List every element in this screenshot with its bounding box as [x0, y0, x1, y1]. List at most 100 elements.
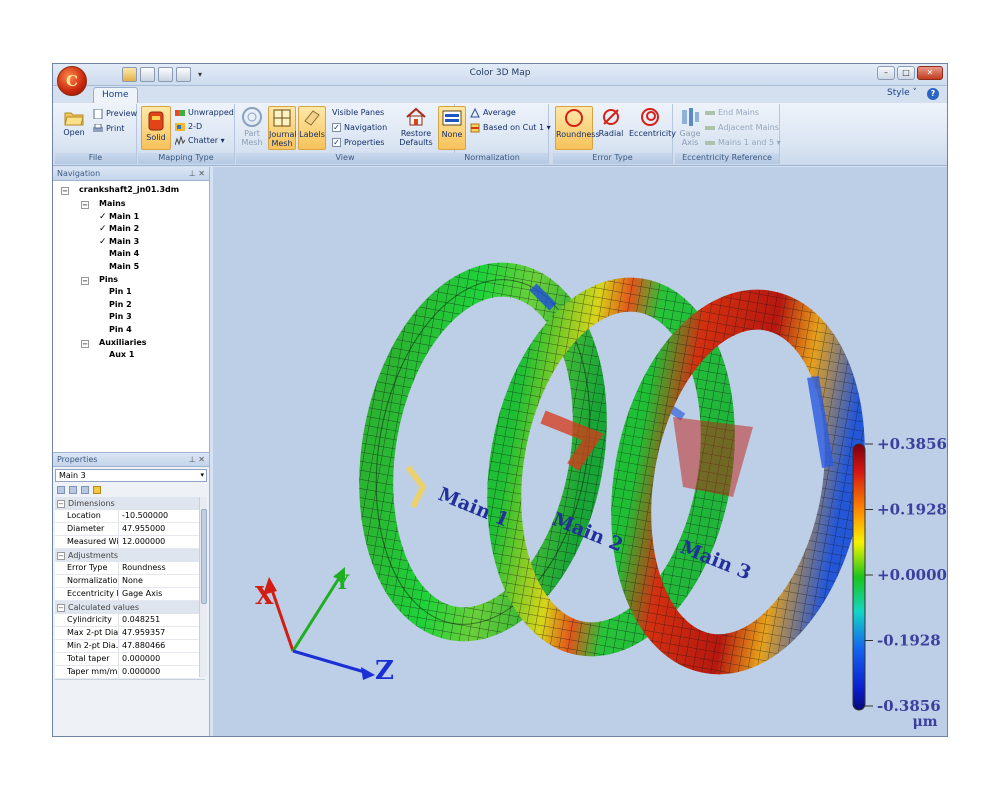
collapse-icon[interactable]: − [81, 276, 89, 285]
property-value[interactable]: None [119, 575, 200, 587]
tree-item-main-3[interactable]: ✓ Main 3 [99, 237, 139, 247]
property-value[interactable]: -10.500000 [119, 510, 200, 522]
open-button[interactable]: Open [59, 107, 89, 143]
property-value[interactable]: Roundness [119, 562, 200, 574]
normalization-none-button[interactable]: None [438, 106, 466, 150]
axis-triad: X Y Z [255, 567, 394, 686]
gage-axis-button[interactable]: Gage Axis [677, 106, 703, 150]
property-name: Measured Wi... [55, 536, 119, 548]
collapse-icon[interactable]: − [81, 201, 89, 209]
labels-button[interactable]: Labels [298, 106, 326, 150]
alphabetical-icon[interactable] [69, 486, 77, 494]
property-row[interactable]: Max 2-pt Dia...47.959357 [55, 627, 200, 640]
tree-item-main-1[interactable]: ✓ Main 1 [99, 212, 139, 222]
property-row[interactable]: Location -10.500000 [55, 510, 200, 523]
tree-item-main-5[interactable]: Main 5 [99, 262, 139, 271]
properties-checkbox[interactable]: ✓ [332, 138, 341, 147]
property-row[interactable]: Cylindricity 0.048251 [55, 614, 200, 627]
check-icon[interactable]: ✓ [99, 212, 109, 222]
tree-item-aux-1[interactable]: Aux 1 [99, 350, 134, 359]
minimize-button[interactable]: – [877, 66, 895, 80]
two-d-button[interactable]: 2-D [175, 120, 202, 133]
navigation-panel: Navigation ⊥ ✕ − crankshaft2_jn01.3dm − Ma… [53, 167, 210, 452]
categorized-icon[interactable] [57, 486, 65, 494]
based-on-cut-dropdown[interactable]: Based on Cut 1 ▾ [470, 121, 551, 134]
unwrapped-button[interactable]: Unwrapped [175, 106, 234, 119]
color-map-canvas[interactable]: Main 1 Main 2 Main 3 X Y Z +0.3856+0.192… [213, 167, 947, 736]
chatter-button[interactable]: Chatter ▾ [175, 134, 225, 147]
tree-item-pin-4[interactable]: Pin 4 [99, 325, 132, 334]
print-button[interactable]: Print [93, 122, 124, 135]
property-row[interactable]: Normalization None [55, 575, 200, 588]
property-row[interactable]: Measured Wi...12.000000 [55, 536, 200, 549]
journal-main-3[interactable] [605, 289, 870, 675]
mains-1-and-5-dropdown[interactable]: Mains 1 and 5 ▾ [705, 136, 781, 149]
property-grid-scrollbar[interactable] [199, 497, 207, 677]
properties-toggle[interactable]: ✓ Properties [332, 136, 384, 149]
property-row[interactable]: Total taper 0.000000 [55, 653, 200, 666]
tree-group-pins[interactable]: − Pins [81, 275, 118, 285]
property-row[interactable]: Error Type Roundness [55, 562, 200, 575]
tree-item-main-2[interactable]: ✓ Main 2 [99, 224, 139, 234]
collapse-icon[interactable]: − [57, 500, 65, 508]
roundness-button[interactable]: Roundness [555, 106, 600, 150]
object-selector[interactable]: Main 3 ▾ [55, 469, 207, 482]
navigation-checkbox[interactable]: ✓ [332, 123, 341, 132]
tree-item-main-4[interactable]: Main 4 [99, 249, 139, 258]
tree-group-mains[interactable]: − Mains [81, 199, 126, 209]
eccentricity-button[interactable]: Eccentricity [629, 106, 676, 150]
3d-viewport[interactable]: Main 1 Main 2 Main 3 X Y Z +0.3856 +0.192… [213, 167, 947, 736]
cut-icon [470, 123, 480, 132]
property-value[interactable]: 0.000000 [119, 653, 200, 665]
preview-button[interactable]: Preview [93, 107, 137, 120]
events-icon[interactable] [93, 486, 101, 494]
pin-icon[interactable]: ⊥ [189, 455, 196, 464]
radial-button[interactable]: Radial [595, 106, 627, 150]
property-pages-icon[interactable] [81, 486, 89, 494]
check-icon[interactable]: ✓ [99, 224, 109, 234]
property-category[interactable]: − Calculated values [55, 601, 200, 614]
collapse-icon[interactable]: − [61, 187, 69, 195]
property-value[interactable]: 47.959357 [119, 627, 200, 639]
property-value[interactable]: Gage Axis [119, 588, 200, 600]
property-value[interactable]: 47.955000 [119, 523, 200, 535]
style-menu[interactable]: Style ˅ [887, 88, 917, 98]
collapse-icon[interactable]: − [57, 552, 65, 560]
scrollbar-thumb[interactable] [201, 509, 207, 604]
tree-item-pin-3[interactable]: Pin 3 [99, 312, 132, 321]
journal-mesh-button[interactable]: Journal Mesh [268, 106, 297, 150]
property-row[interactable]: Eccentricity R...Gage Axis [55, 588, 200, 601]
tree-root[interactable]: − crankshaft2_jn01.3dm [61, 185, 179, 195]
panel-close-icon[interactable]: ✕ [198, 455, 205, 464]
navigation-toggle[interactable]: ✓ Navigation [332, 121, 387, 134]
tree-item-pin-1[interactable]: Pin 1 [99, 287, 132, 296]
tree-item-pin-2[interactable]: Pin 2 [99, 300, 132, 309]
property-value[interactable]: 47.880466 [119, 640, 200, 652]
property-value[interactable]: 12.000000 [119, 536, 200, 548]
help-icon[interactable]: ? [927, 88, 939, 100]
check-icon[interactable]: ✓ [99, 237, 109, 247]
property-category[interactable]: − Adjustments [55, 549, 200, 562]
property-category[interactable]: − Dimensions [55, 497, 200, 510]
property-value[interactable]: 0.048251 [119, 614, 200, 626]
tab-home[interactable]: Home [93, 87, 138, 103]
collapse-icon[interactable]: − [81, 339, 89, 348]
property-row[interactable]: Min 2-pt Dia... 47.880466 [55, 640, 200, 653]
close-button[interactable]: ✕ [917, 66, 943, 80]
application-menu-button[interactable]: C [57, 66, 87, 96]
restore-defaults-button[interactable]: Restore Defaults [398, 106, 434, 150]
solid-button[interactable]: Solid [141, 106, 171, 150]
end-mains-button[interactable]: End Mains [705, 106, 759, 119]
collapse-icon[interactable]: − [57, 604, 65, 612]
tree-group-auxiliaries[interactable]: − Auxiliaries [81, 338, 147, 348]
property-row[interactable]: Diameter 47.955000 [55, 523, 200, 536]
panel-close-icon[interactable]: ✕ [198, 169, 205, 178]
adjacent-mains-button[interactable]: Adjacent Mains [705, 121, 779, 134]
property-value[interactable]: 0.000000 [119, 666, 200, 678]
property-row[interactable]: Taper mm/mm0.000000 [55, 666, 200, 679]
part-mesh-button[interactable]: Part Mesh [238, 106, 266, 150]
average-button[interactable]: Average [470, 106, 516, 119]
pin-icon[interactable]: ⊥ [189, 169, 196, 178]
maximize-button[interactable]: □ [897, 66, 915, 80]
property-name: Error Type [55, 562, 119, 574]
